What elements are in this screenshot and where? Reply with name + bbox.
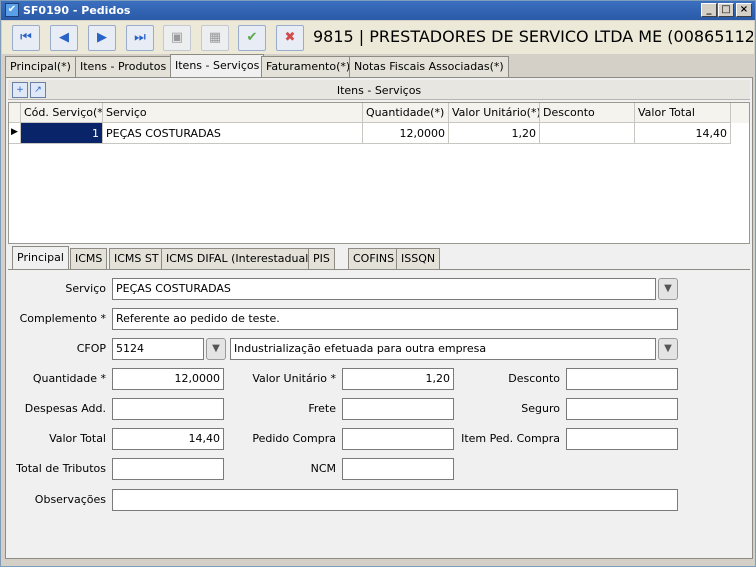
cancel-button[interactable]: ✖	[276, 25, 304, 51]
valor-total-field[interactable]: 14,40	[112, 428, 224, 450]
valor-total-label: Valor Total	[49, 432, 106, 445]
cell-codigo[interactable]: 1	[21, 123, 103, 144]
column-header[interactable]: Valor Total	[635, 103, 731, 123]
grid-toolbar: Itens - Serviços + ↗	[8, 80, 750, 100]
column-header[interactable]: Cód. Serviço(*)	[21, 103, 103, 123]
column-header[interactable]: Serviço	[103, 103, 363, 123]
maximize-button[interactable]: □	[718, 3, 734, 17]
cfop-description-dropdown-button[interactable]: ▼	[658, 338, 678, 360]
despesas-field[interactable]	[112, 398, 224, 420]
servico-field[interactable]: PEÇAS COSTURADAS	[112, 278, 656, 300]
confirm-button[interactable]: ✔	[238, 25, 266, 51]
subtab-principal[interactable]: Principal	[12, 246, 69, 270]
new-record-button[interactable]: ▣	[163, 25, 191, 51]
cell-quantidade[interactable]: 12,0000	[363, 123, 449, 144]
minimize-button[interactable]: _	[701, 3, 717, 17]
detail-form: Serviço PEÇAS COSTURADAS ▼ Complemento *…	[8, 269, 750, 557]
row-pointer-icon: ▶	[11, 127, 18, 137]
complemento-field[interactable]: Referente ao pedido de teste.	[112, 308, 678, 330]
frete-label: Frete	[308, 402, 336, 415]
cfop-code-dropdown-button[interactable]: ▼	[206, 338, 226, 360]
row-indicator-header	[9, 103, 21, 123]
chevron-down-icon: ▼	[212, 343, 220, 354]
cell-desconto[interactable]	[540, 123, 635, 144]
status-bar	[5, 560, 753, 565]
complemento-label: Complemento *	[19, 312, 106, 325]
quantidade-label: Quantidade *	[32, 372, 106, 385]
column-header[interactable]: Quantidade(*)	[363, 103, 449, 123]
next-record-button[interactable]: ▶	[88, 25, 116, 51]
subtab-icms-st[interactable]: ICMS ST	[109, 248, 164, 269]
valor-unitario-label: Valor Unitário *	[252, 372, 336, 385]
check-icon: ✔	[5, 3, 19, 17]
cfop-label: CFOP	[76, 342, 106, 355]
observacoes-field[interactable]	[112, 489, 678, 511]
last-icon: ⏭	[134, 30, 146, 45]
subtab-icms[interactable]: ICMS	[70, 248, 108, 269]
tab-faturamento[interactable]: Faturamento(*)	[261, 56, 356, 77]
first-icon: ⏮	[20, 30, 32, 45]
previous-icon: ◀	[59, 30, 69, 45]
edit-icon: ▦	[208, 30, 222, 45]
tab-itens-produtos[interactable]: Itens - Produtos	[75, 56, 172, 77]
check-icon: ✔	[246, 30, 258, 45]
tab-itens-servicos[interactable]: Itens - Serviços	[170, 54, 265, 78]
cfop-code-field[interactable]: 5124	[112, 338, 204, 360]
ncm-field[interactable]	[342, 458, 454, 480]
previous-record-button[interactable]: ◀	[50, 25, 78, 51]
subtab-icms-difal[interactable]: ICMS DIFAL (Interestadual)	[161, 248, 318, 269]
despesas-label: Despesas Add.	[24, 402, 106, 415]
item-ped-compra-label: Item Ped. Compra	[461, 432, 560, 445]
desconto-label: Desconto	[508, 372, 560, 385]
first-record-button[interactable]: ⏮	[12, 25, 40, 51]
subtab-issqn[interactable]: ISSQN	[396, 248, 441, 269]
tab-principal[interactable]: Principal(*)	[5, 56, 76, 77]
frete-field[interactable]	[342, 398, 454, 420]
item-ped-compra-field[interactable]	[566, 428, 678, 450]
quantidade-field[interactable]: 12,0000	[112, 368, 224, 390]
chevron-down-icon: ▼	[664, 343, 672, 354]
cfop-description-field[interactable]: Industrialização efetuada para outra emp…	[230, 338, 656, 360]
grid-title: Itens - Serviços	[336, 84, 422, 97]
next-icon: ▶	[97, 30, 107, 45]
tab-notas-fiscais[interactable]: Notas Fiscais Associadas(*)	[349, 56, 509, 77]
chevron-down-icon: ▼	[664, 283, 672, 294]
new-document-icon: ▣	[170, 30, 184, 45]
servico-dropdown-button[interactable]: ▼	[658, 278, 678, 300]
cancel-icon: ✖	[284, 30, 296, 45]
pedido-compra-label: Pedido Compra	[252, 432, 336, 445]
ncm-label: NCM	[310, 462, 336, 475]
cell-valor-unitario[interactable]: 1,20	[449, 123, 540, 144]
valor-unitario-field[interactable]: 1,20	[342, 368, 454, 390]
row-indicator: ▶	[9, 123, 21, 144]
desconto-field[interactable]	[566, 368, 678, 390]
close-button[interactable]: ×	[736, 3, 752, 17]
subtab-pis[interactable]: PIS	[308, 248, 335, 269]
add-row-icon[interactable]: +	[12, 82, 28, 98]
pedido-compra-field[interactable]	[342, 428, 454, 450]
seguro-field[interactable]	[566, 398, 678, 420]
cell-servico[interactable]: PEÇAS COSTURADAS	[103, 123, 363, 144]
grid-header: Cód. Serviço(*) Serviço Quantidade(*) Va…	[9, 103, 749, 123]
window-title: SF0190 - Pedidos	[23, 4, 131, 17]
total-tributos-label: Total de Tributos	[16, 462, 106, 475]
services-panel: Itens - Serviços + ↗ Cód. Serviço(*) Ser…	[5, 77, 753, 559]
seguro-label: Seguro	[521, 402, 560, 415]
column-header[interactable]: Valor Unitário(*)	[449, 103, 540, 123]
subtab-cofins[interactable]: COFINS	[348, 248, 400, 269]
cell-valor-total[interactable]: 14,40	[635, 123, 731, 144]
services-grid: Cód. Serviço(*) Serviço Quantidade(*) Va…	[8, 102, 750, 244]
total-tributos-field[interactable]	[112, 458, 224, 480]
record-title: 9815 | PRESTADORES DE SERVICO LTDA ME (0…	[313, 27, 753, 46]
observacoes-label: Observações	[34, 493, 106, 506]
export-icon[interactable]: ↗	[30, 82, 46, 98]
title-bar: ✔ SF0190 - Pedidos _ □ ×	[1, 1, 755, 20]
main-window: ✔ SF0190 - Pedidos _ □ × ⏮ ◀ ▶ ⏭ ▣ ▦ ✔ ✖…	[0, 0, 756, 567]
table-row[interactable]: ▶ 1 PEÇAS COSTURADAS 12,0000 1,20 14,40	[9, 123, 749, 144]
last-record-button[interactable]: ⏭	[126, 25, 154, 51]
servico-label: Serviço	[65, 282, 106, 295]
toolbar: ⏮ ◀ ▶ ⏭ ▣ ▦ ✔ ✖ 9815 | PRESTADORES DE SE…	[2, 21, 754, 54]
edit-record-button[interactable]: ▦	[201, 25, 229, 51]
column-header[interactable]: Desconto	[540, 103, 635, 123]
